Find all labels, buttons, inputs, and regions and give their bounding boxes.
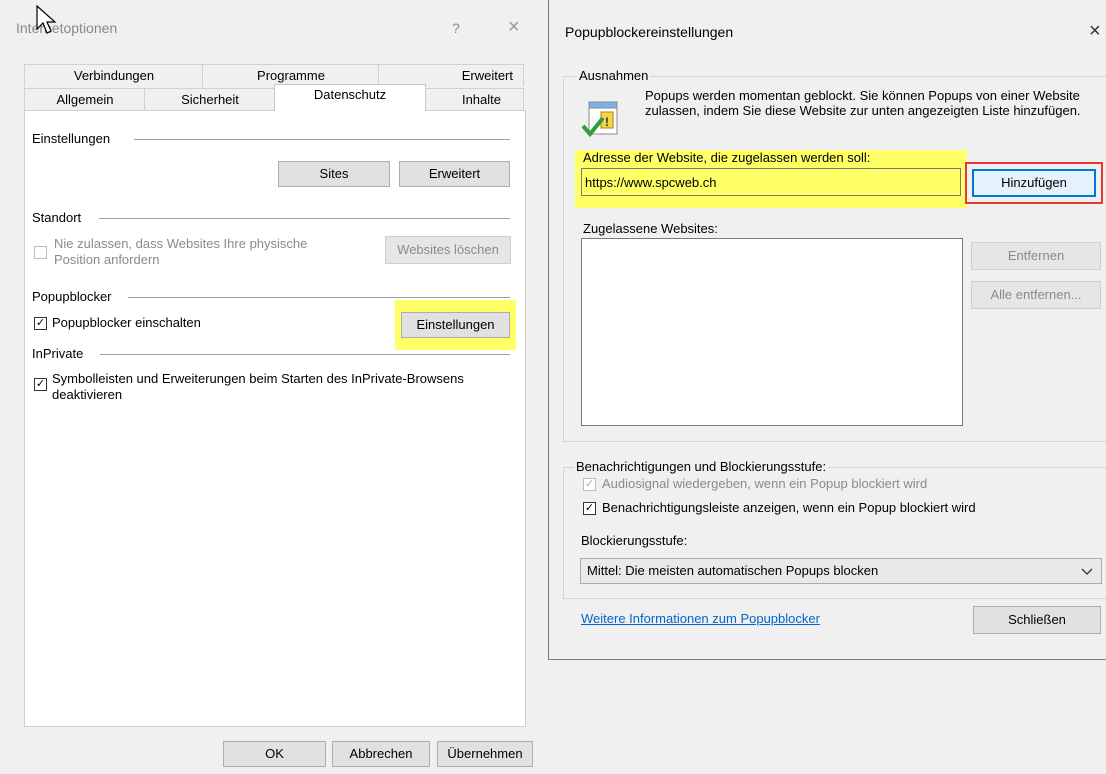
popup-settings-button[interactable]: Einstellungen <box>401 312 510 338</box>
address-input[interactable] <box>581 168 961 196</box>
blocking-level-value: Mittel: Die meisten automatischen Popups… <box>587 563 879 578</box>
add-button[interactable]: Hinzufügen <box>972 169 1096 197</box>
tab-allgemein[interactable]: Allgemein <box>24 88 146 111</box>
exceptions-group-label: Ausnahmen <box>577 68 651 83</box>
notification-bar-checkbox-label: Benachrichtigungsleiste anzeigen, wenn e… <box>602 500 976 515</box>
close-dialog-button[interactable]: Schließen <box>973 606 1101 634</box>
sound-checkbox-label: Audiosignal wiedergeben, wenn ein Popup … <box>602 476 928 491</box>
advanced-button[interactable]: Erweitert <box>399 161 510 187</box>
ok-button[interactable]: OK <box>223 741 326 767</box>
popup-warning-icon: ! <box>581 101 618 138</box>
tab-verbindungen[interactable]: Verbindungen <box>24 64 204 87</box>
notification-bar-checkbox[interactable]: ✓ <box>583 502 596 515</box>
inprivate-checkbox[interactable]: ✓ <box>34 378 47 391</box>
clear-websites-button[interactable]: Websites löschen <box>385 236 511 264</box>
tab-panel-datenschutz <box>24 110 526 727</box>
cancel-button[interactable]: Abbrechen <box>332 741 430 767</box>
sites-button[interactable]: Sites <box>278 161 390 187</box>
popup-blocker-settings-dialog: Popupblockereinstellungen × Ausnahmen ! … <box>548 0 1106 660</box>
apply-button[interactable]: Übernehmen <box>437 741 533 767</box>
notifications-group-label: Benachrichtigungen und Blockierungsstufe… <box>574 459 829 474</box>
allowed-sites-label: Zugelassene Websites: <box>583 221 718 236</box>
more-info-link[interactable]: Weitere Informationen zum Popupblocker <box>581 611 820 626</box>
location-section-label: Standort <box>32 210 88 225</box>
divider <box>128 297 510 298</box>
blocking-level-label: Blockierungsstufe: <box>581 533 688 548</box>
exceptions-info-text: Popups werden momentan geblockt. Sie kön… <box>645 88 1081 118</box>
close-button[interactable]: × <box>1089 20 1101 43</box>
close-button[interactable]: × <box>508 16 520 39</box>
blocking-level-select[interactable]: Mittel: Die meisten automatischen Popups… <box>580 558 1102 584</box>
allowed-sites-list[interactable] <box>581 238 963 426</box>
chevron-down-icon <box>1081 568 1093 575</box>
tab-inhalte[interactable]: Inhalte <box>424 88 524 110</box>
divider <box>100 354 510 355</box>
location-checkbox[interactable] <box>34 246 47 259</box>
divider <box>134 139 510 140</box>
settings-section-label: Einstellungen <box>32 131 117 146</box>
mouse-cursor-icon <box>36 5 57 34</box>
svg-text:!: ! <box>605 115 609 129</box>
tab-sicherheit[interactable]: Sicherheit <box>144 88 276 111</box>
inprivate-section-label: InPrivate <box>32 346 90 361</box>
popup-blocker-section-label: Popupblocker <box>32 289 118 304</box>
tab-erweitert[interactable]: Erweitert <box>378 64 524 86</box>
remove-button[interactable]: Entfernen <box>971 242 1101 270</box>
inprivate-checkbox-label: Symbolleisten und Erweiterungen beim Sta… <box>52 371 464 402</box>
popup-blocker-checkbox-label: Popupblocker einschalten <box>52 315 201 330</box>
location-checkbox-label: Nie zulassen, dass Websites Ihre physisc… <box>54 236 308 267</box>
internet-options-dialog: Internetoptionen ? × Verbindungen Progra… <box>0 0 548 774</box>
help-button[interactable]: ? <box>452 20 460 36</box>
remove-all-button[interactable]: Alle entfernen... <box>971 281 1101 309</box>
address-label: Adresse der Website, die zugelassen werd… <box>583 150 871 165</box>
divider <box>99 218 510 219</box>
popup-blocker-checkbox[interactable]: ✓ <box>34 317 47 330</box>
sound-checkbox[interactable]: ✓ <box>583 478 596 491</box>
dialog-title: Popupblockereinstellungen <box>565 24 734 40</box>
dialog-title: Internetoptionen <box>16 20 118 36</box>
tab-datenschutz[interactable]: Datenschutz <box>274 84 426 111</box>
